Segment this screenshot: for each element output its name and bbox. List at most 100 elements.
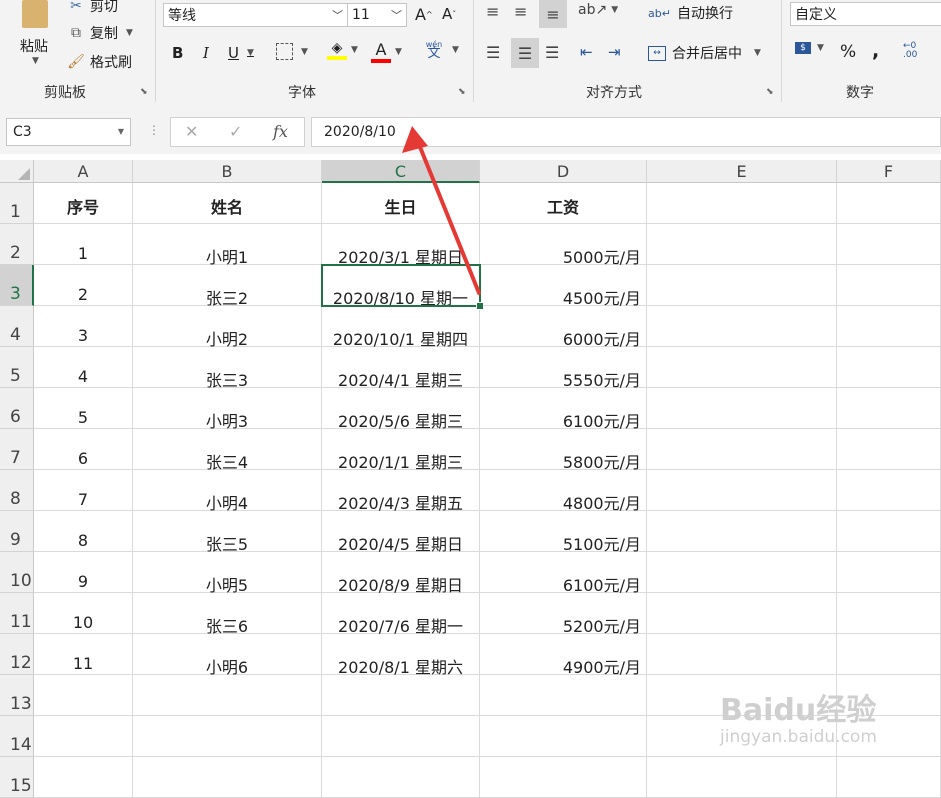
cell-a15[interactable] <box>34 757 133 798</box>
cell-b6[interactable]: 小明3 <box>133 388 322 431</box>
cell-d14[interactable] <box>480 716 647 757</box>
cell-c4[interactable]: 2020/10/1 星期四 <box>322 306 480 349</box>
cell-b1[interactable]: 姓名 <box>133 183 322 224</box>
borders-button[interactable]: ▼ <box>276 43 308 60</box>
underline-button[interactable]: U ▼ <box>228 44 254 62</box>
row-header[interactable]: 2 <box>0 224 34 265</box>
cell-c1[interactable]: 生日 <box>322 183 480 224</box>
cell-e8[interactable] <box>647 470 837 511</box>
comma-button[interactable]: , <box>872 40 879 62</box>
row-header[interactable]: 14 <box>0 716 34 757</box>
cell-f8[interactable] <box>837 470 941 511</box>
merge-center-button[interactable]: ↔ 合并后居中 ▼ <box>648 43 761 63</box>
cell-c13[interactable] <box>322 675 480 716</box>
row-header[interactable]: 5 <box>0 347 34 388</box>
align-center-button[interactable]: ☰ <box>511 38 539 68</box>
cell-c15[interactable] <box>322 757 480 798</box>
insert-function-icon[interactable]: fx <box>273 122 288 141</box>
row-header[interactable]: 1 <box>0 183 34 224</box>
cell-d10[interactable]: 6100元/月 <box>480 552 647 595</box>
cell-f6[interactable] <box>837 388 941 429</box>
row-header[interactable]: 4 <box>0 306 34 347</box>
cell-a10[interactable]: 9 <box>34 552 133 593</box>
row-header[interactable]: 8 <box>0 470 34 511</box>
row-header[interactable]: 6 <box>0 388 34 429</box>
column-header-e[interactable]: E <box>647 160 837 183</box>
cell-e1[interactable] <box>647 183 837 224</box>
decrease-font-button[interactable]: Aˇ <box>442 5 456 23</box>
cell-c10[interactable]: 2020/8/9 星期日 <box>322 552 480 595</box>
cell-d1[interactable]: 工资 <box>480 183 647 224</box>
column-header-a[interactable]: A <box>34 160 133 183</box>
cell-e15[interactable] <box>647 757 837 798</box>
row-header[interactable]: 3 <box>0 265 34 306</box>
cell-d9[interactable]: 5100元/月 <box>480 511 647 554</box>
cell-c3[interactable]: 2020/8/10 星期一 <box>322 265 480 308</box>
cell-c2[interactable]: 2020/3/1 星期日 <box>322 224 480 267</box>
cell-b9[interactable]: 张三5 <box>133 511 322 554</box>
cancel-icon[interactable]: ✕ <box>185 122 198 141</box>
cell-e9[interactable] <box>647 511 837 552</box>
row-header[interactable]: 13 <box>0 675 34 716</box>
cell-a5[interactable]: 4 <box>34 347 133 388</box>
cell-a9[interactable]: 8 <box>34 511 133 552</box>
cell-d6[interactable]: 6100元/月 <box>480 388 647 431</box>
paste-button[interactable]: 粘贴 ▼ <box>14 0 60 74</box>
increase-indent-button[interactable]: ⇥ <box>608 43 621 61</box>
align-left-button[interactable]: ☰ <box>486 43 500 62</box>
cell-d4[interactable]: 6000元/月 <box>480 306 647 349</box>
cell-c6[interactable]: 2020/5/6 星期三 <box>322 388 480 431</box>
cell-a12[interactable]: 11 <box>34 634 133 675</box>
row-header[interactable]: 15 <box>0 757 34 798</box>
cell-e7[interactable] <box>647 429 837 470</box>
cell-b5[interactable]: 张三3 <box>133 347 322 390</box>
cell-f11[interactable] <box>837 593 941 634</box>
cell-c9[interactable]: 2020/4/5 星期日 <box>322 511 480 554</box>
bold-button[interactable]: B <box>172 44 183 62</box>
cell-f5[interactable] <box>837 347 941 388</box>
cell-f3[interactable] <box>837 265 941 306</box>
cut-button[interactable]: ✂ 剪切 <box>66 0 118 16</box>
row-header[interactable]: 7 <box>0 429 34 470</box>
cell-b13[interactable] <box>133 675 322 716</box>
decrease-indent-button[interactable]: ⇤ <box>580 43 593 61</box>
cell-f7[interactable] <box>837 429 941 470</box>
cell-f15[interactable] <box>837 757 941 798</box>
cell-b11[interactable]: 张三6 <box>133 593 322 636</box>
cell-d13[interactable] <box>480 675 647 716</box>
align-top-button[interactable]: ≡ <box>486 2 499 21</box>
cell-f10[interactable] <box>837 552 941 593</box>
cell-d11[interactable]: 5200元/月 <box>480 593 647 636</box>
copy-button[interactable]: ⧉ 复制 ▼ <box>66 23 133 43</box>
cell-c12[interactable]: 2020/8/1 星期六 <box>322 634 480 677</box>
cell-e11[interactable] <box>647 593 837 634</box>
percent-button[interactable]: % <box>840 42 856 62</box>
cell-d7[interactable]: 5800元/月 <box>480 429 647 472</box>
cell-f12[interactable] <box>837 634 941 675</box>
align-middle-button[interactable]: ≡ <box>514 2 527 21</box>
cell-b14[interactable] <box>133 716 322 757</box>
cell-e5[interactable] <box>647 347 837 388</box>
cell-d2[interactable]: 5000元/月 <box>480 224 647 267</box>
accounting-format-button[interactable]: $ ▼ <box>795 42 824 54</box>
name-box[interactable]: C3 ▼ <box>6 118 131 146</box>
font-color-button[interactable]: A ▼ <box>371 40 402 63</box>
column-header-c[interactable]: C <box>322 160 480 183</box>
cell-d15[interactable] <box>480 757 647 798</box>
cell-e4[interactable] <box>647 306 837 347</box>
select-all-corner[interactable] <box>0 160 34 183</box>
cell-d8[interactable]: 4800元/月 <box>480 470 647 513</box>
increase-decimal-button[interactable]: ←0.00 <box>903 42 917 60</box>
format-painter-button[interactable]: 🖌 格式刷 <box>66 52 132 72</box>
wrap-text-button[interactable]: ab↵ 自动换行 <box>648 3 733 23</box>
fill-color-button[interactable]: ◈ ▼ <box>327 40 358 60</box>
cell-a8[interactable]: 7 <box>34 470 133 511</box>
row-header[interactable]: 10 <box>0 552 34 593</box>
cell-a13[interactable] <box>34 675 133 716</box>
cell-e6[interactable] <box>647 388 837 429</box>
cell-c5[interactable]: 2020/4/1 星期三 <box>322 347 480 390</box>
cell-e10[interactable] <box>647 552 837 593</box>
formula-input[interactable]: 2020/8/10 <box>311 117 941 147</box>
cell-f1[interactable] <box>837 183 941 224</box>
cell-b7[interactable]: 张三4 <box>133 429 322 472</box>
